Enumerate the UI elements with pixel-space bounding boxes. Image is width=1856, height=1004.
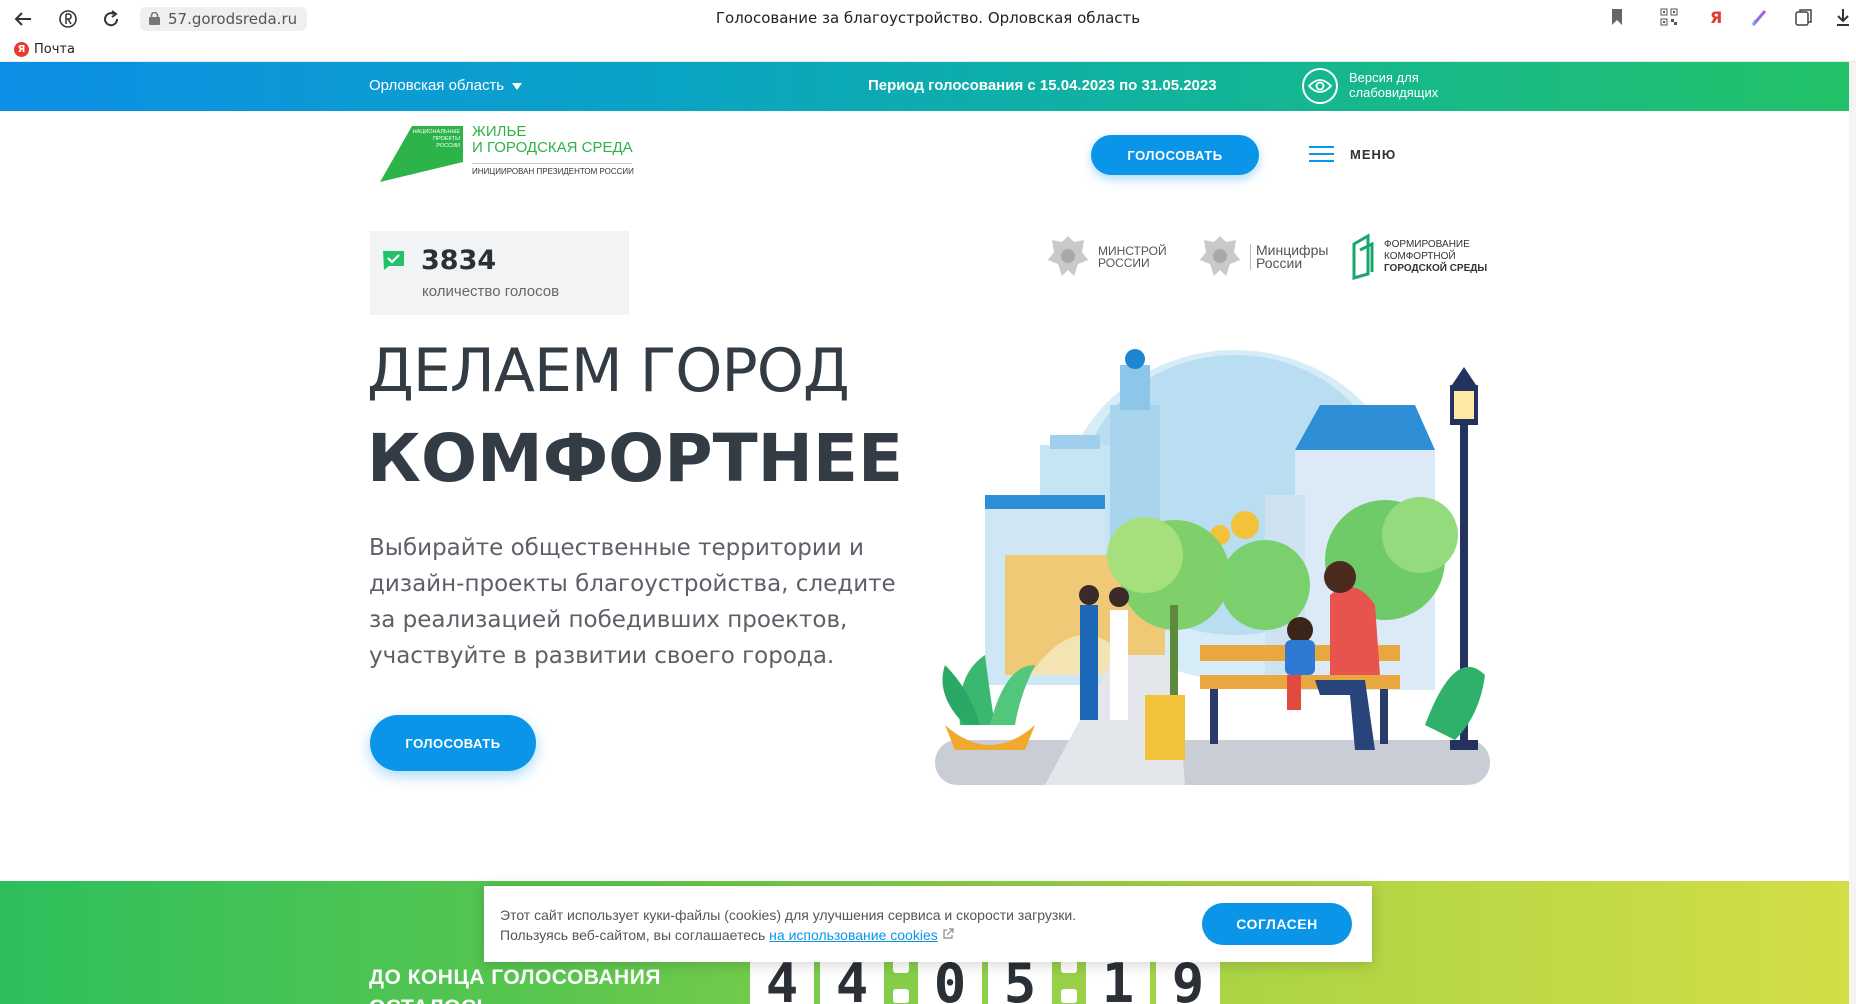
hero-title-line1: ДЕЛАЕМ ГОРОД	[367, 336, 850, 406]
top-info-bar: Орловская область Период голосования с 1…	[0, 62, 1856, 111]
bookmark-icon[interactable]	[1610, 8, 1624, 30]
countdown-title: ДО КОНЦА ГОЛОСОВАНИЯ ОСТАЛОСЬ	[369, 963, 661, 1004]
region-selector[interactable]: Орловская область	[369, 77, 523, 94]
vote-counter: 3834 количество голосов	[370, 231, 629, 315]
partner-comfortable-environment-text: ФОРМИРОВАНИЕ КОМФОРТНОЙ ГОРОДСКОЙ СРЕДЫ	[1384, 239, 1487, 275]
chevron-down-icon	[512, 82, 523, 90]
logo-title: ЖИЛЬЕ И ГОРОДСКАЯ СРЕДА	[472, 124, 633, 156]
pen-icon[interactable]	[1750, 8, 1770, 30]
countdown-title-line1: ДО КОНЦА ГОЛОСОВАНИЯ	[369, 966, 661, 989]
partner-comfortable-environment[interactable]: ФОРМИРОВАНИЕ КОМФОРТНОЙ ГОРОДСКОЙ СРЕДЫ	[1350, 232, 1487, 282]
cookie-text: Этот сайт использует куки-файлы (cookies…	[500, 905, 1076, 945]
accessible-line2: слабовидящих	[1349, 85, 1439, 100]
cookie-banner: Этот сайт использует куки-файлы (cookies…	[484, 886, 1372, 962]
browser-chrome: 57.gorodsreda.ru Голосование за благоуст…	[0, 0, 1856, 62]
logo-badge-line2: ПРОЕКТЫ	[433, 136, 460, 142]
collections-icon[interactable]	[1794, 8, 1814, 30]
yandex-mail-icon: Я	[14, 42, 29, 57]
checkmark-icon	[383, 251, 404, 270]
partner-mintsifry-text: Минцифры России	[1250, 243, 1328, 271]
hamburger-icon	[1309, 146, 1334, 162]
hero-title-line2: КОМФОРТНЕЕ	[367, 420, 904, 497]
accessible-version-link[interactable]: Версия для слабовидящих	[1349, 70, 1438, 100]
city-park-illustration	[935, 349, 1490, 785]
logo-divider	[472, 163, 632, 164]
vote-count: 3834	[421, 245, 497, 276]
vote-button-header[interactable]: ГОЛОСОВАТЬ	[1091, 135, 1259, 175]
external-link-icon	[943, 928, 954, 939]
bookmark-mail[interactable]: Я Почта	[14, 42, 75, 57]
cookie-agree-button[interactable]: СОГЛАСЕН	[1202, 903, 1352, 945]
partner-ce-line2: КОМФОРТНОЙ	[1384, 251, 1456, 262]
voting-period: Период голосования с 15.04.2023 по 31.05…	[868, 77, 1217, 94]
partner-ce-line1: ФОРМИРОВАНИЕ	[1384, 239, 1470, 250]
page-scrollbar[interactable]	[1849, 62, 1856, 1004]
menu-button[interactable]: МЕНЮ	[1309, 146, 1396, 162]
download-icon[interactable]	[1836, 8, 1850, 30]
russian-emblem-icon	[1048, 236, 1088, 276]
tab-title: Голосование за благоустройство. Орловска…	[715, 9, 1141, 27]
region-label: Орловская область	[369, 77, 505, 94]
partner-mintsifry[interactable]: Минцифры России	[1196, 232, 1328, 282]
countdown-title-line2: ОСТАЛОСЬ	[369, 993, 661, 1004]
vote-count-label: количество голосов	[422, 283, 560, 300]
eye-icon[interactable]	[1302, 68, 1338, 104]
qr-code-icon[interactable]	[1660, 8, 1678, 30]
partner-mintsifry-line2: России	[1256, 255, 1303, 271]
hero-subtitle: Выбирайте общественные территории и диза…	[369, 535, 896, 669]
partner-ce-line3: ГОРОДСКОЙ СРЕДЫ	[1384, 263, 1488, 274]
cookie-line2: Пользуясь веб-сайтом, вы соглашаетесь	[500, 927, 766, 943]
logo-badge-line1: НАЦИОНАЛЬНЫЕ	[413, 129, 461, 135]
cookie-policy-link[interactable]: на использование cookies	[769, 927, 938, 943]
menu-label: МЕНЮ	[1350, 146, 1397, 162]
logo-tagline: ИНИЦИИРОВАН ПРЕЗИДЕНТОМ РОССИИ	[472, 167, 634, 176]
russian-emblem-icon	[1200, 236, 1240, 276]
partner-minstroy[interactable]: МИНСТРОЙ РОССИИ	[1044, 232, 1167, 282]
logo-title-line1: ЖИЛЬЕ	[472, 123, 527, 140]
bookmark-label: Почта	[34, 42, 75, 57]
partner-minstroy-text: МИНСТРОЙ РОССИИ	[1098, 245, 1167, 269]
accessible-line1: Версия для	[1349, 70, 1419, 85]
partner-minstroy-line2: РОССИИ	[1098, 256, 1150, 270]
logo-badge-line3: РОССИИ	[436, 143, 460, 149]
yandex-icon[interactable]: Я	[1710, 8, 1722, 30]
cookie-line1: Этот сайт использует куки-файлы (cookies…	[500, 907, 1077, 923]
logo-title-line2: И ГОРОДСКАЯ СРЕДА	[472, 139, 633, 156]
vote-button-hero[interactable]: ГОЛОСОВАТЬ	[370, 715, 536, 771]
comfortable-environment-logo-icon	[1352, 233, 1374, 280]
